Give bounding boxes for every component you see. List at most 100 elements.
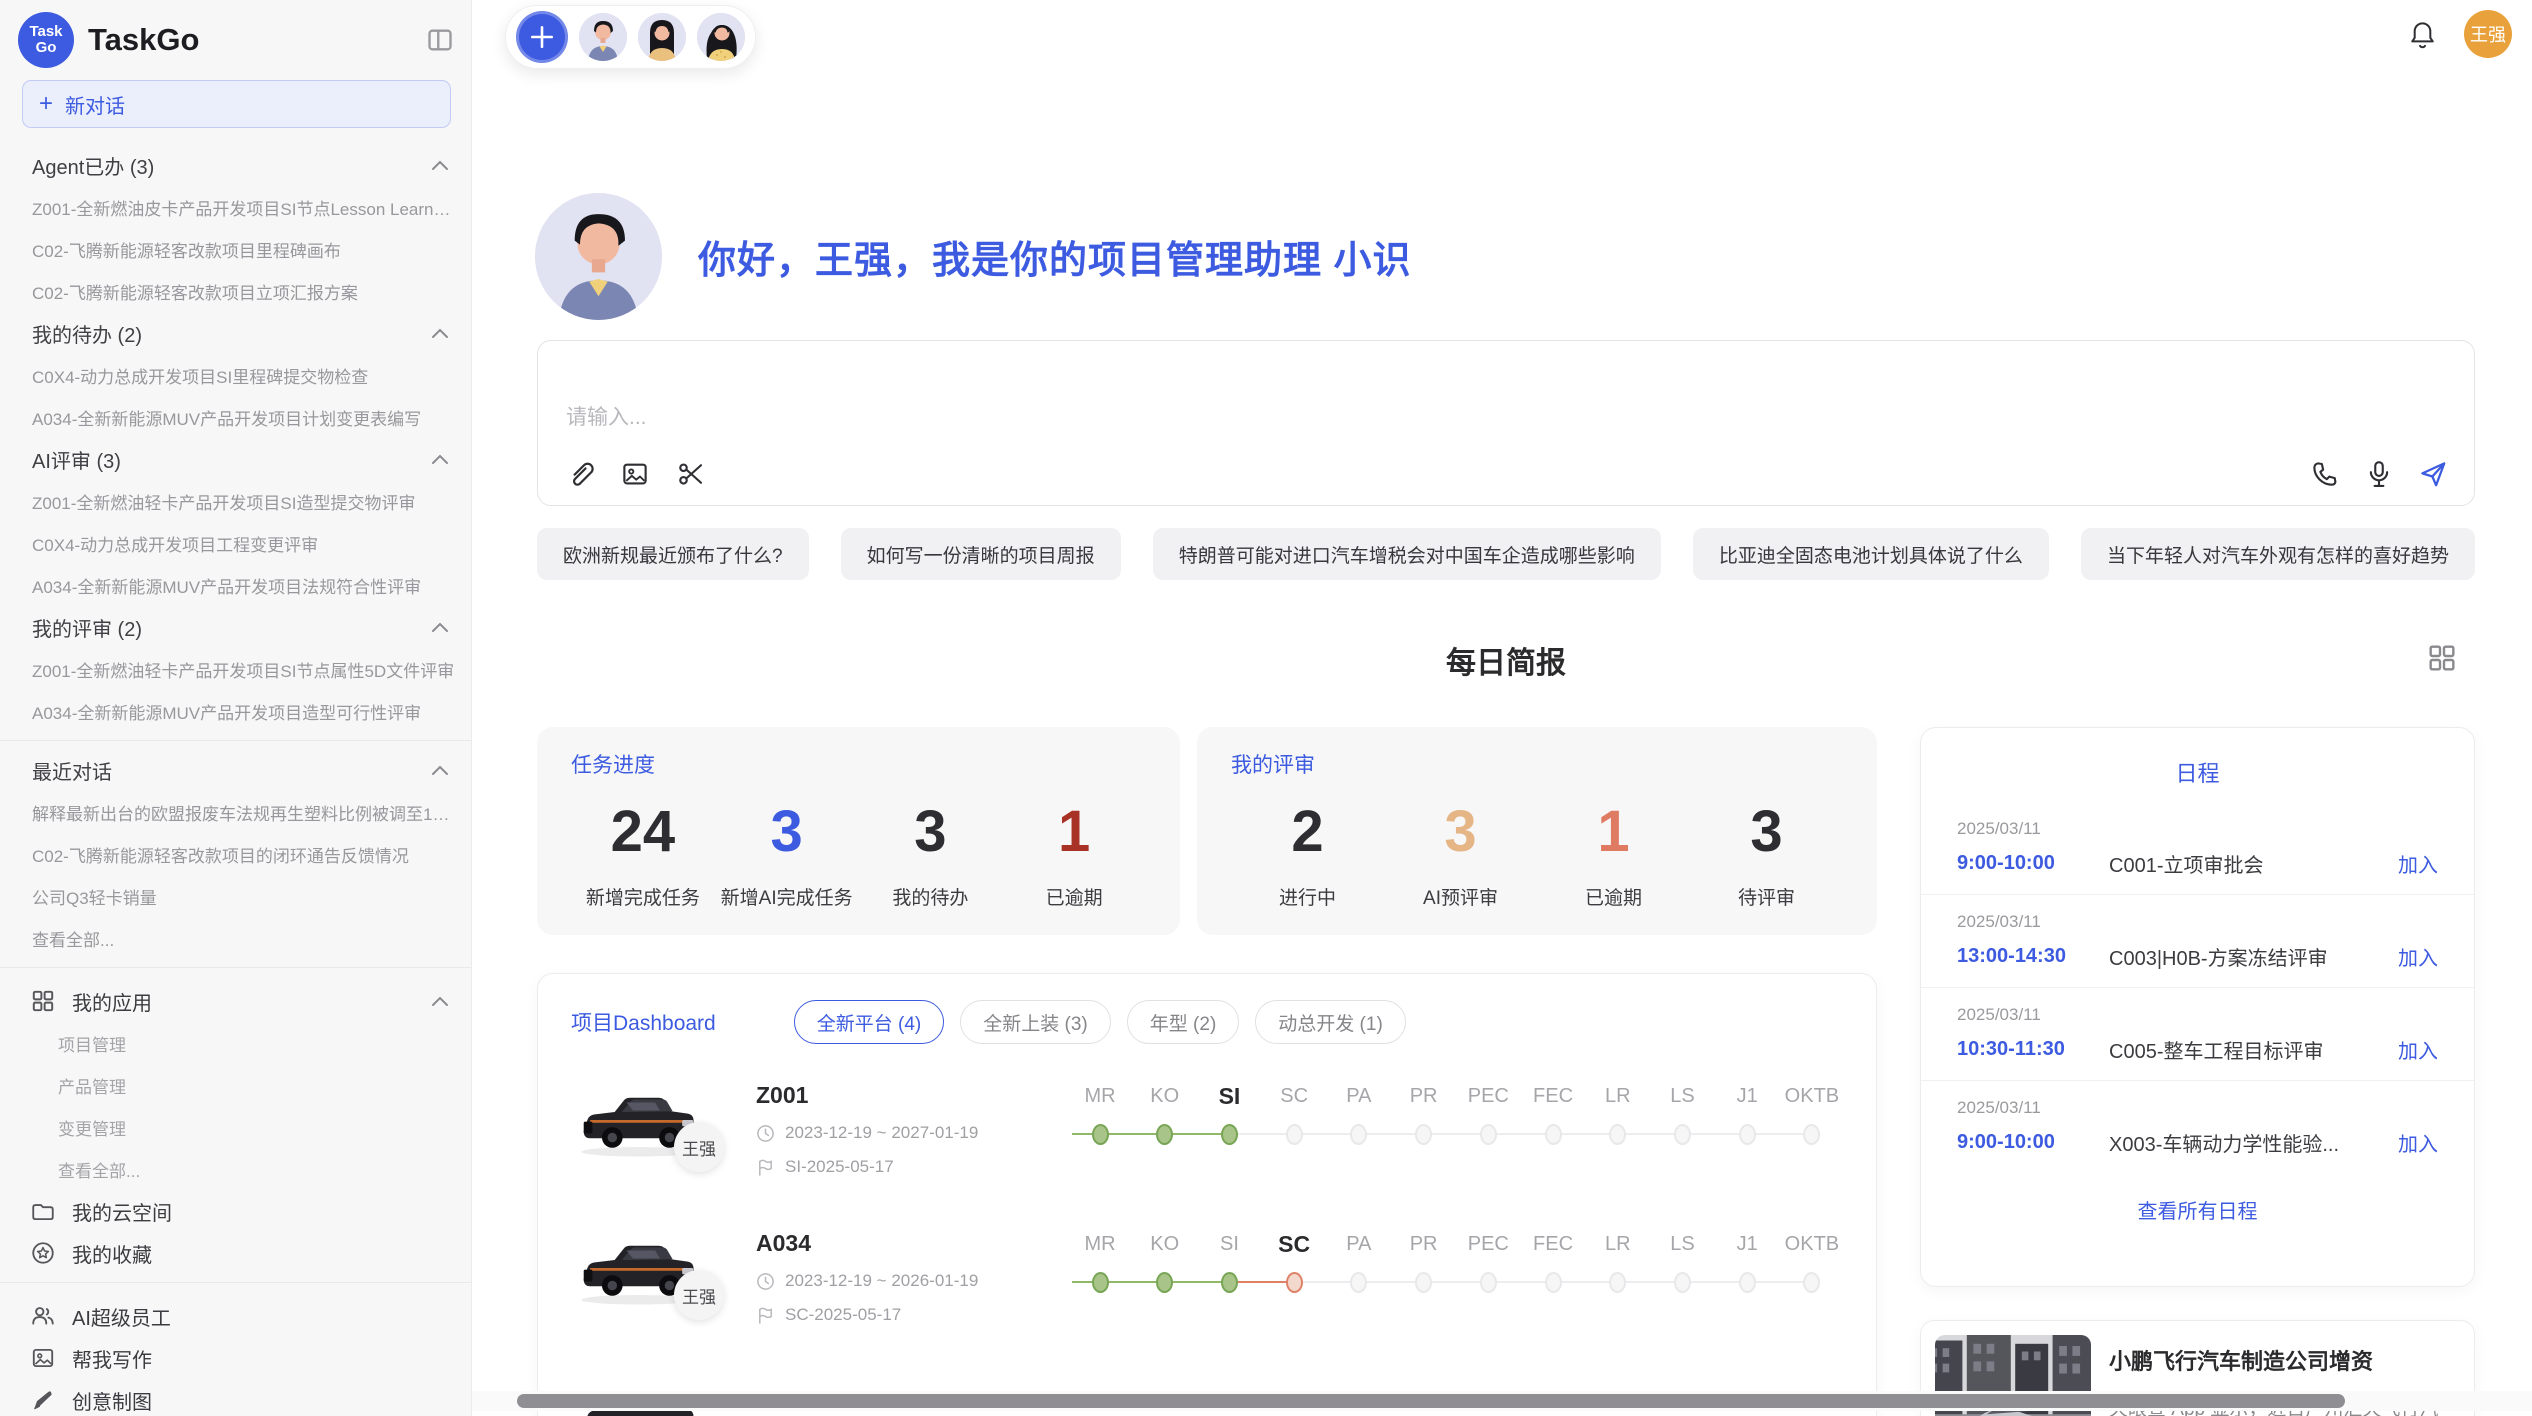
filter-model-year[interactable]: 年型 (2) (1127, 1000, 1240, 1044)
schedule-event: 2025/03/11 9:00-10:00 X003-车辆动力学性能验... 加… (1921, 1080, 2474, 1173)
event-time: 9:00-10:00 (1957, 1131, 2109, 1154)
sidebar-item-project-mgmt[interactable]: 项目管理 (0, 1022, 471, 1064)
sidebar-item-favorites[interactable]: 我的收藏 (0, 1232, 471, 1274)
list-item[interactable]: A034-全新新能源MUV产品开发项目造型可行性评审 (0, 690, 471, 732)
list-item[interactable]: 公司Q3轻卡销量 (0, 875, 471, 917)
scrollbar-thumb[interactable] (517, 1394, 2345, 1408)
user-avatar[interactable]: 王强 (2464, 10, 2512, 58)
news-title: 小鹏飞行汽车制造公司增资 (2109, 1344, 2438, 1376)
chevron-up-icon (431, 995, 449, 1007)
sidebar-item-ai-super-staff[interactable]: AI超级员工 (0, 1295, 471, 1337)
greeting: 你好，王强，我是你的项目管理助理 小识 (535, 193, 1412, 320)
list-item[interactable]: C02-飞腾新能源轻客改款项目立项汇报方案 (0, 270, 471, 312)
project-row[interactable]: 王强 A034 2023-12-19 ~ 2026-01-19 SC-2025-… (538, 1212, 1876, 1360)
milestone-timeline: MR KO SI SC PA PR PEC FEC LR LS J1 OKTB (1068, 1084, 1844, 1145)
event-name: C003|H0B-方案冻结评审 (2109, 942, 2398, 971)
sidebar-item-product-mgmt[interactable]: 产品管理 (0, 1064, 471, 1106)
view-all-chats[interactable]: 查看全部... (0, 917, 471, 959)
section-my-review[interactable]: 我的评审 (2) (0, 606, 471, 648)
suggestion-chip[interactable]: 当下年轻人对汽车外观有怎样的喜好趋势 (2081, 528, 2475, 580)
greeting-text: 你好，王强，我是你的项目管理助理 小识 (698, 229, 1412, 284)
screenshot-scissors-icon[interactable] (676, 459, 706, 489)
divider (0, 1282, 471, 1283)
list-item[interactable]: A034-全新新能源MUV产品开发项目法规符合性评审 (0, 564, 471, 606)
suggestion-chip[interactable]: 特朗普可能对进口汽车增税会对中国车企造成哪些影响 (1153, 528, 1661, 580)
flag-icon (756, 1306, 775, 1325)
list-item[interactable]: A034-全新新能源MUV产品开发项目计划变更表编写 (0, 396, 471, 438)
app-logo: Task Go (18, 12, 74, 68)
milestone-dot (1092, 1272, 1109, 1293)
add-agent-button[interactable] (516, 11, 568, 63)
microphone-icon[interactable] (2364, 459, 2394, 489)
owner-badge: 王强 (674, 1122, 724, 1172)
agent-switcher (505, 5, 756, 69)
project-code: Z001 (756, 1082, 978, 1109)
milestone-dot (1803, 1124, 1820, 1145)
chat-input[interactable] (564, 405, 2448, 431)
app-title: TaskGo (88, 22, 425, 58)
milestone-dot (1221, 1272, 1238, 1293)
join-link[interactable]: 加入 (2398, 1035, 2438, 1064)
stat-overdue: 1 已逾期 (1537, 795, 1690, 910)
milestone-dot (1739, 1124, 1756, 1145)
milestone-dot (1156, 1124, 1173, 1145)
briefing-layout-icon[interactable] (2426, 642, 2458, 674)
chevron-up-icon (431, 764, 449, 776)
agent-avatar-1[interactable] (579, 13, 627, 61)
collapse-sidebar-icon[interactable] (425, 26, 455, 54)
list-item[interactable]: C0X4-动力总成开发项目SI里程碑提交物检查 (0, 354, 471, 396)
list-item[interactable]: Z001-全新燃油皮卡产品开发项目SI节点Lesson Learn报告 (0, 186, 471, 228)
stat-overdue: 1 已逾期 (1002, 795, 1146, 910)
section-ai-review[interactable]: AI评审 (3) (0, 438, 471, 480)
image-upload-icon[interactable] (620, 459, 650, 489)
sidebar-item-my-apps[interactable]: 我的应用 (0, 980, 471, 1022)
view-all-apps[interactable]: 查看全部... (0, 1148, 471, 1190)
list-item[interactable]: C02-飞腾新能源轻客改款项目里程碑画布 (0, 228, 471, 270)
join-link[interactable]: 加入 (2398, 849, 2438, 878)
milestone-dot (1674, 1124, 1691, 1145)
project-row[interactable]: 王强 Z001 2023-12-19 ~ 2027-01-19 SI-2025-… (538, 1064, 1876, 1212)
send-icon[interactable] (2418, 459, 2448, 489)
sidebar-item-change-mgmt[interactable]: 变更管理 (0, 1106, 471, 1148)
section-recent-chats[interactable]: 最近对话 (0, 749, 471, 791)
card-title: 任务进度 (571, 749, 1146, 779)
voice-call-icon[interactable] (2310, 459, 2340, 489)
logo-line2: Go (36, 40, 57, 56)
filter-powertrain[interactable]: 动总开发 (1) (1255, 1000, 1406, 1044)
suggestion-chip[interactable]: 如何写一份清晰的项目周报 (841, 528, 1121, 580)
event-name: X003-车辆动力学性能验... (2109, 1128, 2398, 1157)
list-item[interactable]: Z001-全新燃油轻卡产品开发项目SI造型提交物评审 (0, 480, 471, 522)
list-item[interactable]: C02-飞腾新能源轻客改款项目的闭环通告反馈情况 (0, 833, 471, 875)
attachment-icon[interactable] (564, 459, 594, 489)
new-chat-button[interactable]: + 新对话 (22, 80, 451, 128)
chevron-up-icon (431, 327, 449, 339)
sidebar-item-cloud-space[interactable]: 我的云空间 (0, 1190, 471, 1232)
milestone-dot (1803, 1272, 1820, 1293)
join-link[interactable]: 加入 (2398, 942, 2438, 971)
agent-avatar-3[interactable] (697, 13, 745, 61)
sidebar-item-help-me-write[interactable]: 帮我写作 (0, 1337, 471, 1379)
flag-icon (756, 1158, 775, 1177)
schedule-event: 2025/03/11 13:00-14:30 C003|H0B-方案冻结评审 加… (1921, 894, 2474, 987)
notification-bell-icon[interactable] (2409, 20, 2436, 49)
filter-upfit[interactable]: 全新上装 (3) (960, 1000, 1111, 1044)
plus-icon (529, 24, 555, 50)
section-my-todo[interactable]: 我的待办 (2) (0, 312, 471, 354)
join-link[interactable]: 加入 (2398, 1128, 2438, 1157)
plus-icon: + (39, 90, 53, 118)
suggestion-chip[interactable]: 比亚迪全固态电池计划具体说了什么 (1693, 528, 2049, 580)
schedule-title: 日程 (1921, 728, 2474, 788)
list-item[interactable]: Z001-全新燃油轻卡产品开发项目SI节点属性5D文件评审 (0, 648, 471, 690)
milestone-dot (1286, 1272, 1303, 1293)
section-agent-done[interactable]: Agent已办 (3) (0, 144, 471, 186)
project-dates: 2023-12-19 ~ 2027-01-19 (785, 1123, 978, 1143)
view-all-schedule-link[interactable]: 查看所有日程 (1921, 1195, 2474, 1224)
filter-platform[interactable]: 全新平台 (4) (794, 1000, 945, 1044)
suggestion-chip[interactable]: 欧洲新规最近颁布了什么? (537, 528, 809, 580)
list-item[interactable]: C0X4-动力总成开发项目工程变更评审 (0, 522, 471, 564)
agent-avatar-2[interactable] (638, 13, 686, 61)
event-time: 10:30-11:30 (1957, 1038, 2109, 1061)
list-item[interactable]: 解释最新出台的欧盟报废车法规再生塑料比例被调至15%... (0, 791, 471, 833)
sidebar-item-creative-drawing[interactable]: 创意制图 (0, 1379, 471, 1416)
milestone-dot (1350, 1124, 1367, 1145)
